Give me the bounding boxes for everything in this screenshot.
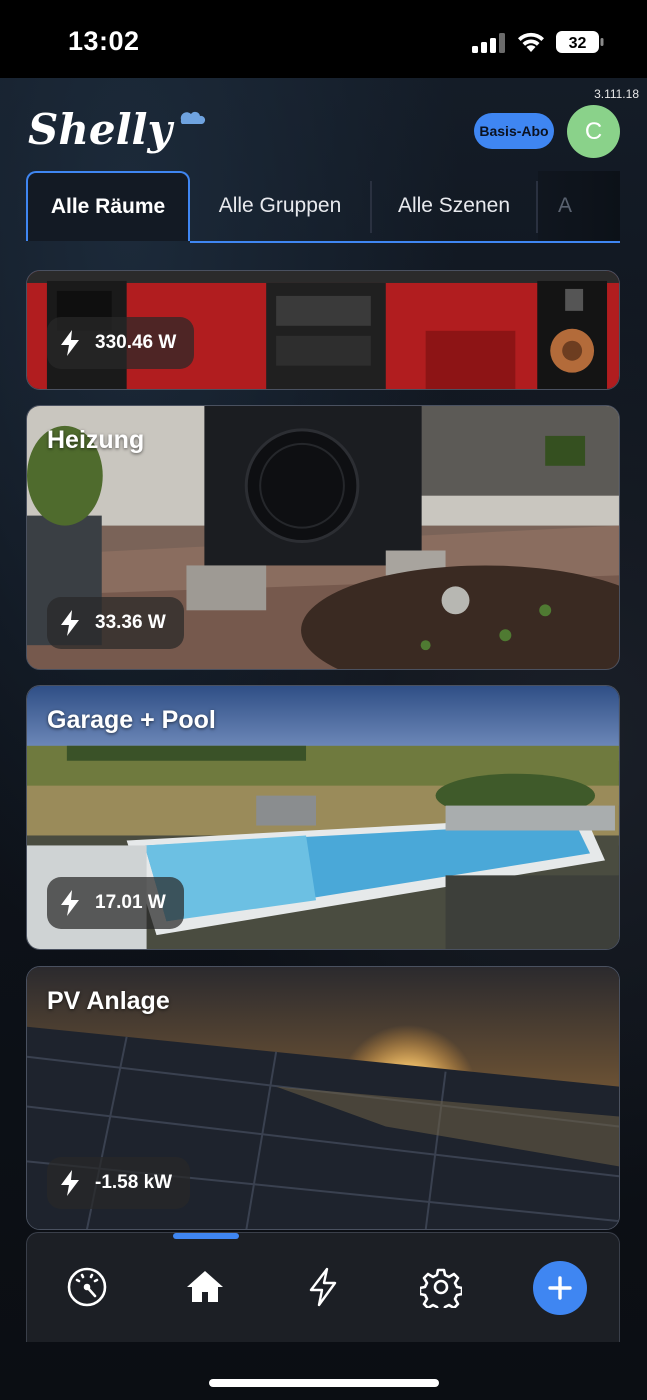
home-icon[interactable] (181, 1263, 229, 1311)
power-value: 33.36 W (95, 612, 166, 633)
lightning-icon (61, 610, 79, 636)
active-tab-indicator (173, 1233, 239, 1239)
tab-all-rooms[interactable]: Alle Räume (26, 171, 190, 241)
power-value: 330.46 W (95, 332, 177, 353)
room-name: Garage + Pool (47, 706, 216, 734)
power-reading: 17.01 W (47, 877, 184, 929)
wifi-icon (518, 32, 544, 52)
battery-level: 32 (569, 35, 587, 52)
add-icon[interactable] (533, 1261, 587, 1315)
settings-icon[interactable] (417, 1263, 465, 1311)
power-value: 17.01 W (95, 892, 166, 913)
dashboard-icon[interactable] (63, 1263, 111, 1311)
room-card-pv-anlage[interactable]: PV Anlage -1.58 kW (26, 966, 620, 1230)
room-card-garage-pool[interactable]: Garage + Pool 17.01 W (26, 685, 620, 950)
tab-all-scenes[interactable]: Alle Szenen (372, 171, 536, 241)
room-card-media[interactable]: 330.46 W (26, 270, 620, 390)
cellular-signal-icon (472, 33, 505, 53)
power-reading: -1.58 kW (47, 1157, 191, 1209)
room-name: Heizung (47, 426, 145, 454)
shelly-logo: Shelly (28, 105, 206, 154)
status-time: 13:02 (68, 26, 140, 56)
room-card-heizung[interactable]: Heizung 33.36 W (26, 405, 620, 670)
svg-text:Shelly: Shelly (28, 105, 174, 154)
battery-icon: 32 (556, 31, 604, 53)
power-reading: 330.46 W (47, 317, 195, 369)
tabs-underline (190, 241, 620, 243)
lightning-icon (61, 890, 79, 916)
subscription-badge[interactable]: Basis-Abo (474, 113, 554, 149)
lightning-icon (61, 1170, 79, 1196)
user-avatar[interactable]: C (567, 105, 620, 158)
power-reading: 33.36 W (47, 597, 184, 649)
status-bar: 13:02 32 (0, 0, 647, 78)
home-indicator[interactable] (209, 1379, 439, 1387)
bottom-navigation (26, 1232, 620, 1342)
room-tabs: Alle Räume Alle Gruppen Alle Szenen A (26, 171, 620, 243)
app-version: 3.111.18 (594, 87, 639, 101)
room-name: PV Anlage (47, 987, 170, 1015)
tab-all-groups[interactable]: Alle Gruppen (192, 171, 368, 241)
lightning-icon (61, 330, 79, 356)
tab-more-truncated[interactable]: A (538, 171, 620, 241)
power-value: -1.58 kW (95, 1172, 173, 1193)
energy-icon[interactable] (299, 1263, 347, 1311)
